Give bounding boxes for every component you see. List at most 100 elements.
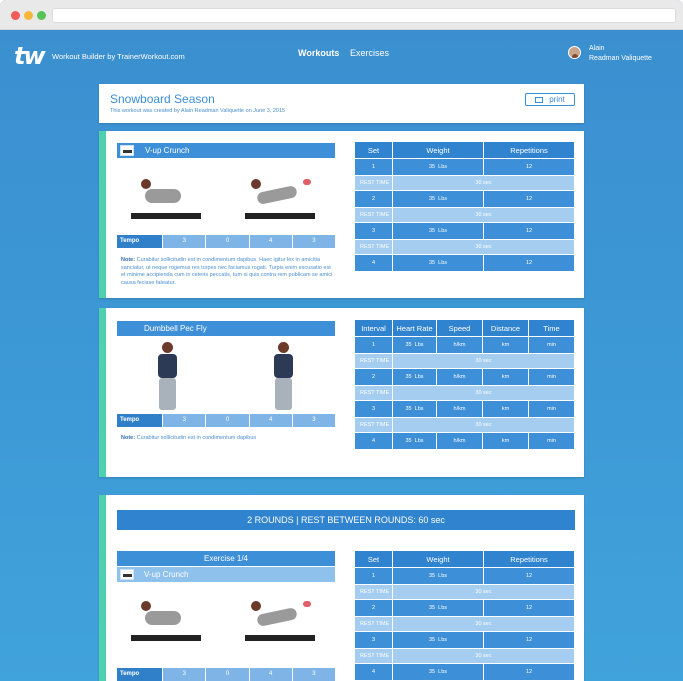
- exercise-thumbnail-icon: [120, 569, 134, 580]
- address-bar[interactable]: [52, 8, 676, 23]
- user-avatar[interactable]: [568, 46, 581, 59]
- weight-cell[interactable]: 35 Lbs: [393, 568, 484, 584]
- close-window-dot[interactable]: [11, 11, 20, 20]
- athlete-torso: [158, 354, 177, 378]
- weight-value: 35: [428, 228, 436, 234]
- tempo-value: 3: [163, 668, 207, 681]
- table-row: 4 35 Lbs 12: [355, 255, 574, 272]
- weight-cell[interactable]: 35 Lbs: [393, 600, 484, 616]
- time-cell[interactable]: min: [529, 401, 574, 417]
- page: tw Workout Builder by TrainerWorkout.com…: [0, 30, 683, 681]
- athlete-head: [251, 601, 261, 611]
- exercise-title-bar[interactable]: V-up Crunch: [117, 143, 335, 158]
- reps-cell[interactable]: 12: [484, 664, 574, 680]
- tw-logo[interactable]: tw: [14, 42, 46, 70]
- weight-cell[interactable]: 35 Lbs: [393, 632, 484, 648]
- tempo-row: Tempo 3 0 4 3: [117, 235, 336, 248]
- distance-cell[interactable]: km: [483, 337, 529, 353]
- time-cell[interactable]: min: [529, 337, 574, 353]
- tempo-value: 3: [163, 414, 207, 427]
- rest-label: REST TIME: [355, 176, 393, 190]
- user-menu[interactable]: Alain Readman Valiquette: [589, 44, 652, 64]
- exercise-image-end: [265, 342, 305, 410]
- nav-workouts[interactable]: Workouts: [298, 48, 339, 58]
- col-set: Set: [355, 551, 393, 567]
- rest-value[interactable]: 30 sec: [393, 176, 574, 190]
- reps-cell[interactable]: 12: [484, 568, 574, 584]
- rest-label: REST TIME: [355, 208, 393, 222]
- rest-value[interactable]: 30 sec: [393, 240, 574, 254]
- exercise-title-bar[interactable]: V-up Crunch: [117, 567, 335, 582]
- speed-cell[interactable]: h/km: [437, 401, 483, 417]
- reps-cell[interactable]: 12: [484, 632, 574, 648]
- table-row: 2 35 Lbs 12: [355, 600, 574, 617]
- rest-label: REST TIME: [355, 354, 393, 368]
- tempo-value: 3: [163, 235, 207, 248]
- exercise-card-pec-fly: Dumbbell Pec Fly Tempo 3 0 4 3 Note: Cur…: [99, 308, 584, 477]
- rest-value[interactable]: 30 sec: [393, 649, 574, 663]
- rest-value[interactable]: 30 sec: [393, 585, 574, 599]
- reps-cell[interactable]: 12: [484, 600, 574, 616]
- speed-cell[interactable]: h/km: [437, 337, 483, 353]
- hr-unit: Lbs: [414, 438, 424, 444]
- reps-cell[interactable]: 12: [484, 191, 574, 207]
- tempo-value: 4: [249, 414, 293, 427]
- heart-rate-cell[interactable]: 35 Lbs: [393, 337, 437, 353]
- hr-value: 35: [405, 438, 412, 444]
- time-cell[interactable]: min: [529, 433, 574, 449]
- table-header: Set Weight Repetitions: [355, 551, 574, 568]
- maximize-window-dot[interactable]: [37, 11, 46, 20]
- card-stripe: [99, 495, 106, 681]
- reps-cell[interactable]: 12: [484, 255, 574, 271]
- print-button[interactable]: print: [525, 93, 575, 106]
- time-cell[interactable]: min: [529, 369, 574, 385]
- nav-exercises[interactable]: Exercises: [350, 48, 389, 58]
- col-weight: Weight: [393, 551, 484, 567]
- exercise-title-bar[interactable]: Dumbbell Pec Fly: [117, 321, 335, 336]
- reps-cell[interactable]: 12: [484, 159, 574, 175]
- athlete-shoe: [303, 601, 311, 607]
- rest-row: REST TIME 30 sec: [355, 386, 574, 401]
- athlete-legs: [159, 378, 176, 410]
- interval-number: 3: [355, 401, 393, 417]
- exercise-name: V-up Crunch: [144, 570, 189, 579]
- col-reps: Repetitions: [484, 551, 574, 567]
- weight-cell[interactable]: 35 Lbs: [393, 664, 484, 680]
- distance-cell[interactable]: km: [483, 369, 529, 385]
- exercise-card-vup: V-up Crunch Tempo 3 0 4 3 Note: Curabitu…: [99, 131, 584, 298]
- sets-table: Set Weight Repetitions 1 35 Lbs 12 REST TI…: [355, 551, 574, 681]
- speed-cell[interactable]: h/km: [437, 433, 483, 449]
- weight-cell[interactable]: 35 Lbs: [393, 159, 484, 175]
- distance-cell[interactable]: km: [483, 433, 529, 449]
- rest-value[interactable]: 30 sec: [393, 354, 574, 368]
- rest-value[interactable]: 30 sec: [393, 386, 574, 400]
- rest-row: REST TIME 30 sec: [355, 354, 574, 369]
- exercise-thumbnail-icon: [120, 145, 134, 156]
- distance-cell[interactable]: km: [483, 401, 529, 417]
- weight-cell[interactable]: 35 Lbs: [393, 255, 484, 271]
- heart-rate-cell[interactable]: 35 Lbs: [393, 433, 437, 449]
- speed-cell[interactable]: h/km: [437, 369, 483, 385]
- weight-cell[interactable]: 35 Lbs: [393, 191, 484, 207]
- rest-label: REST TIME: [355, 649, 393, 663]
- weight-unit: Lbs: [438, 669, 448, 675]
- note-label: Note:: [121, 435, 136, 441]
- weight-cell[interactable]: 35 Lbs: [393, 223, 484, 239]
- rest-value[interactable]: 30 sec: [393, 617, 574, 631]
- rest-row: REST TIME 30 sec: [355, 617, 574, 632]
- weight-value: 35: [428, 260, 436, 266]
- mat: [245, 635, 315, 641]
- browser-chrome: [0, 0, 683, 30]
- athlete-torso: [274, 354, 293, 378]
- rest-value[interactable]: 30 sec: [393, 208, 574, 222]
- set-number: 1: [355, 568, 393, 584]
- heart-rate-cell[interactable]: 35 Lbs: [393, 369, 437, 385]
- rest-label: REST TIME: [355, 386, 393, 400]
- heart-rate-cell[interactable]: 35 Lbs: [393, 401, 437, 417]
- weight-value: 35: [428, 196, 436, 202]
- table-row: 1 35 Lbs 12: [355, 159, 574, 176]
- reps-cell[interactable]: 12: [484, 223, 574, 239]
- minimize-window-dot[interactable]: [24, 11, 33, 20]
- athlete-head: [251, 179, 261, 189]
- rest-value[interactable]: 30 sec: [393, 418, 574, 432]
